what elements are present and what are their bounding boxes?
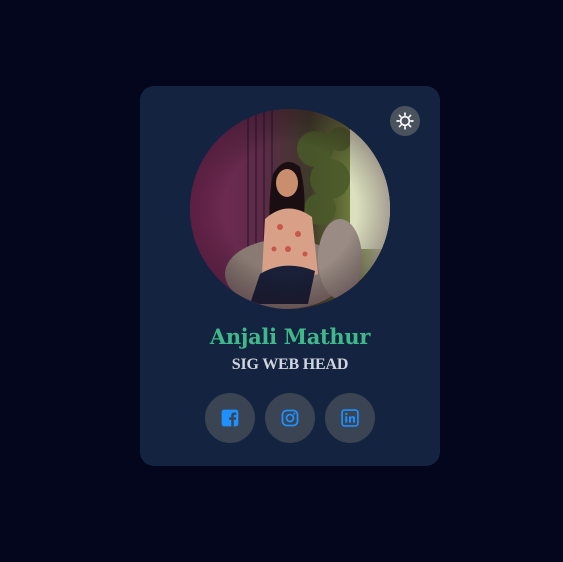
- social-links: [140, 393, 440, 443]
- instagram-icon: [281, 409, 299, 427]
- profile-photo: [190, 109, 390, 309]
- instagram-button[interactable]: [265, 393, 315, 443]
- facebook-icon: [221, 409, 239, 427]
- theme-toggle-button[interactable]: [390, 106, 420, 136]
- linkedin-button[interactable]: [325, 393, 375, 443]
- profile-card: Anjali Mathur SIG WEB HEAD: [140, 86, 440, 466]
- profile-role: SIG WEB HEAD: [231, 356, 349, 373]
- avatar: [190, 109, 390, 309]
- linkedin-icon: [341, 409, 359, 427]
- facebook-button[interactable]: [205, 393, 255, 443]
- gear-icon: [396, 112, 414, 130]
- profile-name: Anjali Mathur: [209, 324, 371, 349]
